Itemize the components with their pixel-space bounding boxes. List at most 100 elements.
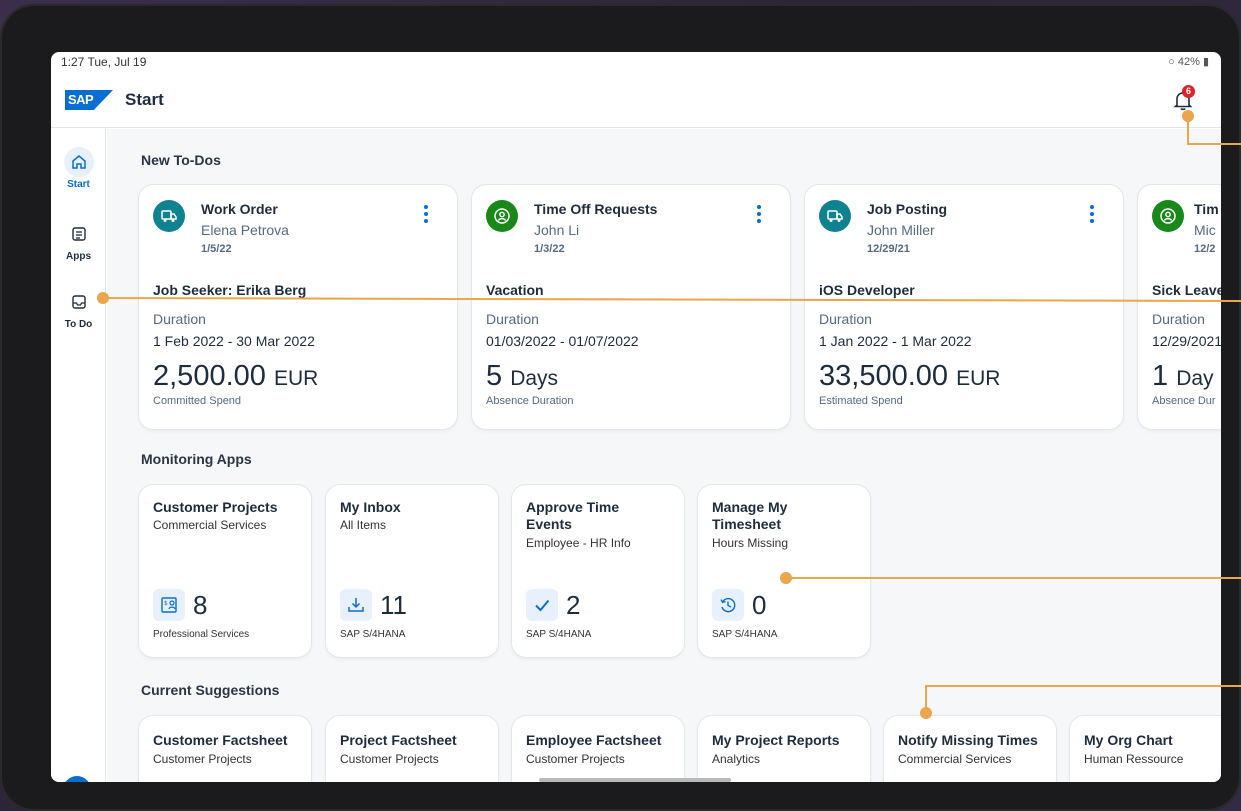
notification-badge: 6 bbox=[1182, 85, 1195, 98]
suggestion-tile-my-project-reports[interactable]: My Project Reports Analytics bbox=[698, 716, 870, 782]
sidebar-item-apps[interactable]: Apps bbox=[51, 219, 106, 262]
duration-range: 1 Feb 2022 - 30 Mar 2022 bbox=[153, 333, 315, 349]
sidebar-item-label: To Do bbox=[64, 319, 93, 330]
todo-card[interactable]: Work Order Elena Petrova 1/5/22 Job Seek… bbox=[139, 185, 457, 429]
app-screen: 1:27 Tue, Jul 19 ○ 42% ▮ SAP Start 6 Sta… bbox=[51, 52, 1221, 782]
todo-date: 1/5/22 bbox=[201, 243, 232, 255]
monitoring-tile-approve-time-events[interactable]: Approve Time Events Employee - HR Info 2… bbox=[512, 485, 684, 657]
value-number: 5 bbox=[486, 360, 503, 392]
duration-label: Duration bbox=[819, 311, 872, 327]
sidebar-item-to-do[interactable]: To Do bbox=[51, 287, 106, 330]
todo-card[interactable]: Job Posting John Miller 12/29/21 iOS Dev… bbox=[805, 185, 1123, 429]
tile-kpi: 2 bbox=[526, 589, 580, 621]
duration-range: 12/29/2021 bbox=[1152, 333, 1221, 349]
sap-logo[interactable]: SAP bbox=[65, 90, 113, 110]
todo-person: John Li bbox=[534, 222, 580, 238]
todo-date: 1/3/22 bbox=[534, 243, 565, 255]
value-unit: EUR bbox=[273, 367, 319, 390]
main-content: New To-Dos Work Order Elena Petrova 1/5/… bbox=[107, 129, 1221, 782]
suggestion-tile-my-org-chart[interactable]: My Org Chart Human Ressource bbox=[1070, 716, 1221, 782]
tile-title: Project Factsheet bbox=[340, 732, 457, 748]
sidebar-item-start[interactable]: Start bbox=[51, 147, 106, 190]
svg-text:$: $ bbox=[164, 600, 168, 607]
tile-kpi: 11 bbox=[340, 589, 407, 621]
suggestion-tile-notify-missing-times[interactable]: Notify Missing Times Commercial Services bbox=[884, 716, 1056, 782]
side-navigation: Start Apps To Do A bbox=[51, 129, 106, 782]
tile-title: My Org Chart bbox=[1084, 732, 1173, 748]
tile-subtitle: Commercial Services bbox=[153, 518, 267, 532]
suggestion-tile-employee-factsheet[interactable]: Employee Factsheet Customer Projects bbox=[512, 716, 684, 782]
todo-value: 1 Day bbox=[1152, 360, 1214, 393]
checkmark-icon bbox=[526, 589, 558, 621]
section-title-monitoring: Monitoring Apps bbox=[141, 451, 252, 467]
todo-type: Time Off Requests bbox=[534, 201, 658, 217]
value-unit: Day bbox=[1176, 367, 1214, 390]
tile-subtitle: Employee - HR Info bbox=[526, 536, 631, 550]
tile-title: Customer Projects bbox=[153, 499, 278, 515]
kpi-value: 11 bbox=[380, 589, 407, 620]
kpi-value: 2 bbox=[566, 589, 581, 620]
tile-subtitle: Hours Missing bbox=[712, 536, 789, 550]
tile-footer: SAP S/4HANA bbox=[712, 629, 778, 640]
tile-footer: Professional Services bbox=[153, 629, 250, 640]
todo-type: Tim bbox=[1194, 201, 1219, 217]
value-caption: Absence Dur bbox=[1152, 395, 1216, 407]
status-bar: 1:27 Tue, Jul 19 ○ 42% ▮ bbox=[51, 52, 1221, 72]
home-icon bbox=[63, 147, 94, 177]
todo-heading: Job Seeker: Erika Berg bbox=[153, 282, 307, 298]
kpi-value: 8 bbox=[193, 589, 208, 620]
monitoring-tile-customer-projects[interactable]: Customer Projects Commercial Services $ … bbox=[139, 485, 311, 657]
kpi-value: 0 bbox=[752, 589, 767, 620]
tablet-frame: 1:27 Tue, Jul 19 ○ 42% ▮ SAP Start 6 Sta… bbox=[0, 4, 1241, 811]
todo-heading: Sick Leave bbox=[1152, 282, 1221, 298]
home-indicator[interactable] bbox=[539, 778, 731, 782]
tile-subtitle: Customer Projects bbox=[153, 752, 252, 766]
truck-icon bbox=[153, 200, 185, 232]
truck-icon bbox=[819, 200, 851, 232]
tile-title: Approve Time Events bbox=[526, 499, 620, 532]
value-caption: Absence Duration bbox=[486, 395, 574, 407]
avatar[interactable]: A bbox=[63, 776, 91, 782]
value-number: 1 bbox=[1152, 360, 1169, 392]
tile-footer: SAP S/4HANA bbox=[526, 629, 592, 640]
todo-heading: iOS Developer bbox=[819, 282, 915, 298]
projects-icon: $ bbox=[153, 589, 185, 621]
person-icon bbox=[1152, 200, 1184, 232]
more-options-icon[interactable] bbox=[755, 203, 763, 225]
tile-title: Customer Factsheet bbox=[153, 732, 288, 748]
todo-card[interactable]: Time Off Requests John Li 1/3/22 Vacatio… bbox=[472, 185, 790, 429]
tile-subtitle: Customer Projects bbox=[340, 752, 439, 766]
tile-subtitle: Customer Projects bbox=[526, 752, 625, 766]
status-time: 1:27 Tue, Jul 19 bbox=[61, 55, 147, 69]
history-icon bbox=[712, 589, 744, 621]
battery-level: 42% bbox=[1177, 56, 1200, 68]
inbox-icon bbox=[64, 287, 94, 317]
suggestion-tile-customer-factsheet[interactable]: Customer Factsheet Customer Projects bbox=[139, 716, 311, 782]
tile-subtitle: Analytics bbox=[712, 752, 761, 766]
value-caption: Estimated Spend bbox=[819, 395, 903, 407]
todo-value: 2,500.00 EUR bbox=[153, 360, 318, 393]
duration-label: Duration bbox=[153, 311, 206, 327]
todo-person: Elena Petrova bbox=[201, 222, 289, 238]
more-options-icon[interactable] bbox=[422, 203, 430, 225]
duration-label: Duration bbox=[1152, 311, 1205, 327]
monitoring-tile-manage-my-timesheet[interactable]: Manage My Timesheet Hours Missing 0 SAP … bbox=[698, 485, 870, 657]
todo-date: 12/2 bbox=[1194, 243, 1216, 255]
todo-person: John Miller bbox=[867, 222, 935, 238]
tile-title: Manage My Timesheet bbox=[712, 499, 788, 532]
shell-bar: SAP Start 6 bbox=[51, 72, 1221, 128]
tile-title: My Project Reports bbox=[712, 732, 840, 748]
suggestion-tile-project-factsheet[interactable]: Project Factsheet Customer Projects bbox=[326, 716, 498, 782]
value-number: 2,500.00 bbox=[153, 360, 266, 392]
tile-title: My Inbox bbox=[340, 499, 401, 515]
duration-range: 01/03/2022 - 01/07/2022 bbox=[486, 333, 639, 349]
value-caption: Committed Spend bbox=[153, 395, 242, 407]
tile-kpi: $ 8 bbox=[153, 589, 207, 621]
sidebar-item-label: Apps bbox=[66, 251, 91, 262]
monitoring-tile-my-inbox[interactable]: My Inbox All Items 11 SAP S/4HANA bbox=[326, 485, 498, 657]
more-options-icon[interactable] bbox=[1088, 203, 1096, 225]
todo-card[interactable]: Tim Mic 12/2 Sick Leave Duration 12/29/2… bbox=[1138, 185, 1221, 429]
tile-subtitle: Human Ressource bbox=[1084, 752, 1184, 766]
todo-type: Work Order bbox=[201, 201, 278, 217]
status-icons: ○ 42% ▮ bbox=[1168, 55, 1209, 68]
